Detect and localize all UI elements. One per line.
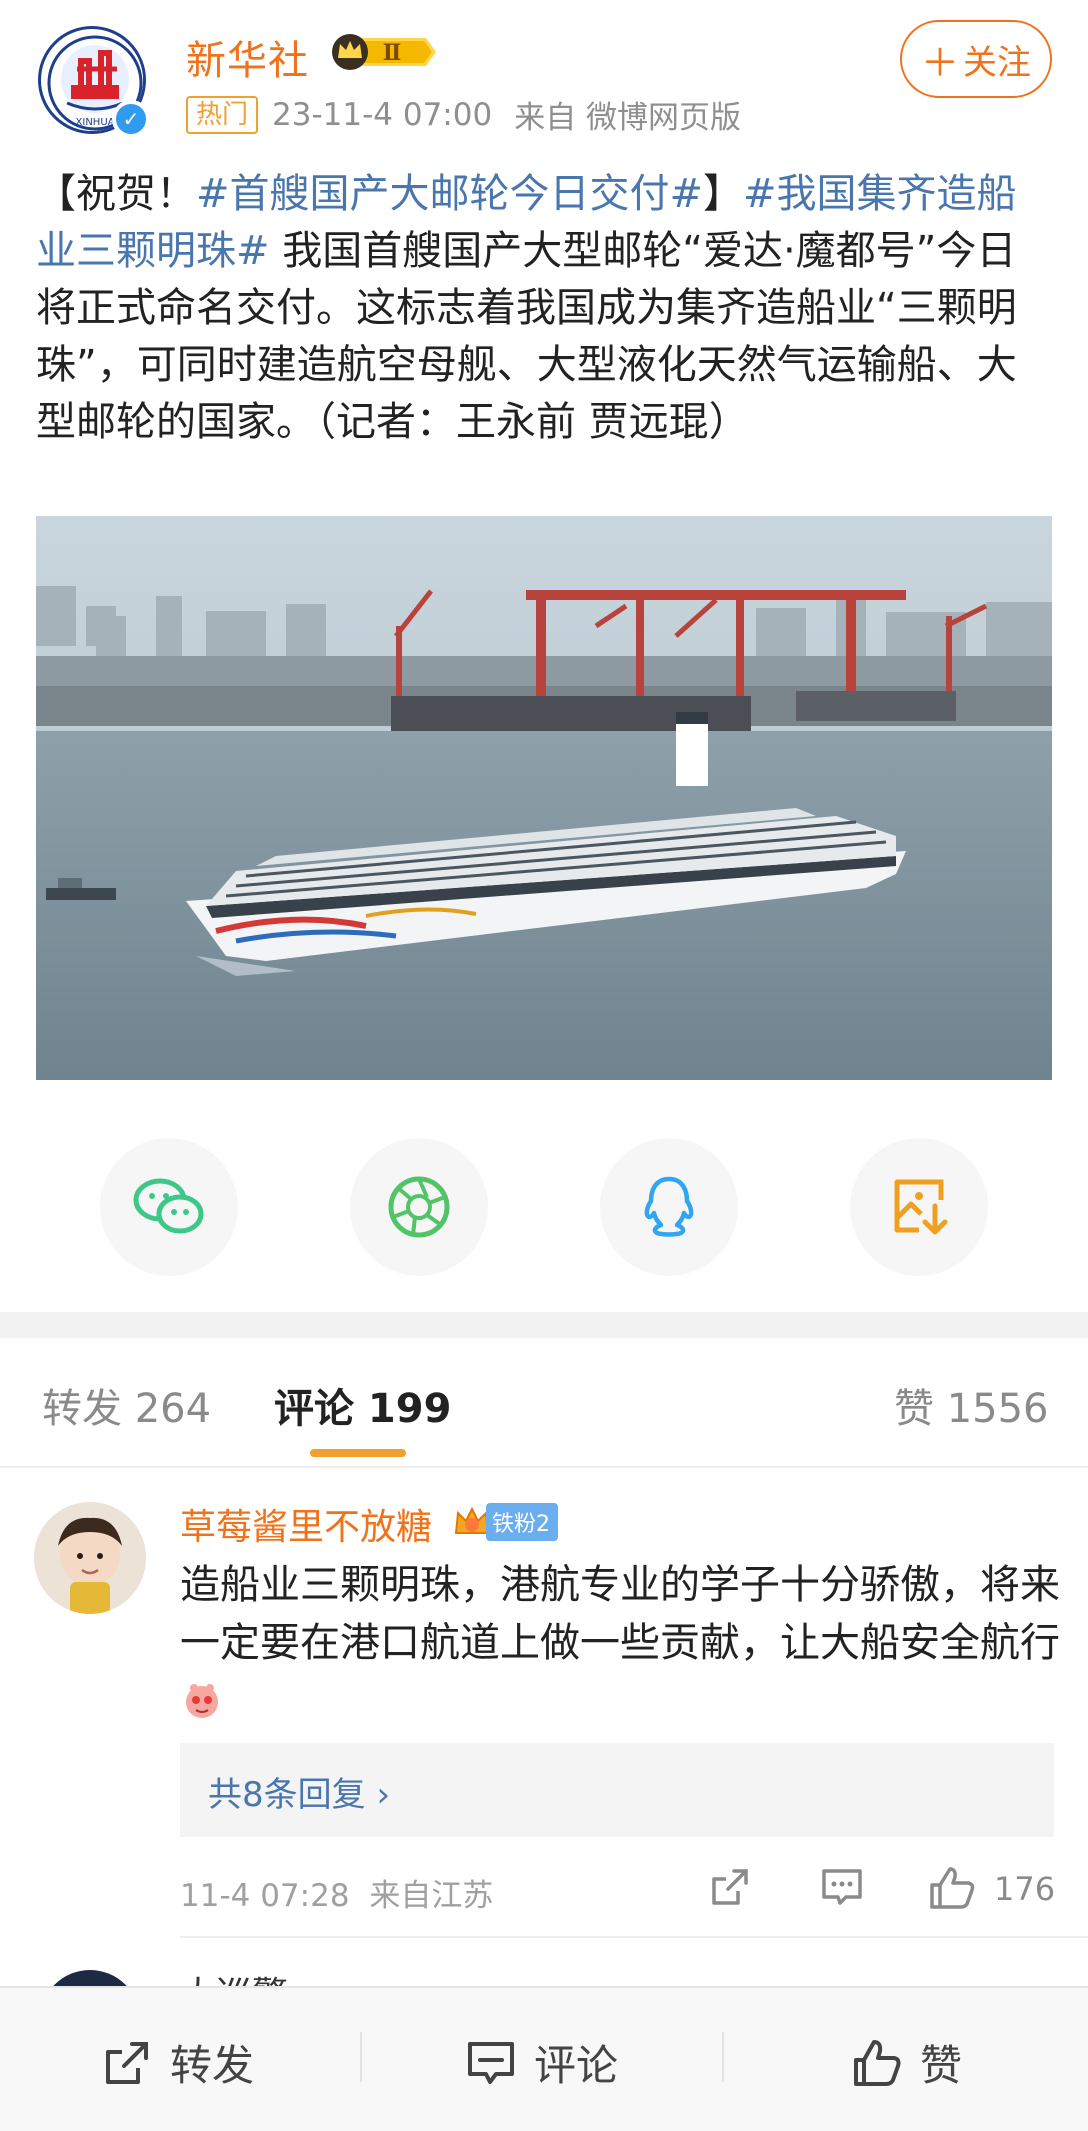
repost-icon [106,2041,148,2084]
follow-label: 关注 [963,42,1031,83]
bottom-divider [722,2032,724,2082]
share-moments-button[interactable] [350,1138,488,1276]
share-qq-button[interactable] [600,1138,738,1276]
post-source: 来自 微博网页版 [514,100,742,136]
active-tab-indicator [310,1449,406,1457]
qq-icon [644,1176,694,1237]
logo-text: XINHUA [76,117,115,128]
comment-like-count: 176 [994,1870,1056,1908]
tab-comments[interactable]: 评论 199 [274,1376,451,1434]
post-image[interactable] [36,516,1052,1080]
post-meta: 热门 23-11-4 07:00 来自 微博网页版 [186,92,741,137]
moments-icon [388,1176,450,1238]
emoji-icon [182,1678,222,1736]
hot-tag: 热门 [186,95,259,134]
bottom-comment-label: 评论 [534,2041,619,2090]
reply-icon [822,1869,862,1905]
bottom-repost-label: 转发 [170,2041,255,2090]
save-image-icon [894,1179,948,1235]
comment-text-body: 造船业三颗明珠，港航专业的学子十分骄傲，将来一定要在港口航道上做一些贡献，让大船… [180,1562,1060,1666]
plus-icon: ＋ [920,40,959,85]
comment-share-button[interactable] [708,1865,752,1913]
follow-button[interactable]: ＋ 关注 [900,20,1052,98]
account-name[interactable]: 新华社 [186,28,309,86]
post-text: 【祝贺！#首艘国产大邮轮今日交付#】#我国集齐造船业三颗明珠# 我国首艘国产大型… [36,166,1056,451]
share-wechat-button[interactable] [100,1138,238,1276]
section-divider [0,1312,1088,1338]
commenter-avatar[interactable] [34,1502,146,1614]
bottom-comment-button[interactable]: 评论 [466,2032,618,2093]
vip-crown-icon: Ⅱ [328,32,438,76]
post-time: 23-11-4 07:00 [272,96,493,133]
commenter-name[interactable]: 草莓酱里不放糖 [180,1498,432,1550]
replies-count: 共8条回复 › [208,1775,391,1815]
comment-time: 11-4 07:28 [180,1878,350,1914]
replies-link[interactable]: 共8条回复 › [180,1743,1054,1837]
weibo-post-page: XINHUA ✓ 新华社 Ⅱ ＋ 关注 热门 23-11-4 07:00 来自 … [0,0,1088,2131]
share-icon [712,1869,748,1905]
save-image-button[interactable] [850,1138,988,1276]
comment-text: 造船业三颗明珠，港航专业的学子十分骄傲，将来一定要在港口航道上做一些贡献，让大船… [180,1556,1060,1736]
bottom-like-button[interactable]: 赞 [852,2032,962,2093]
fan-badge-label: 铁粉2 [486,1503,558,1541]
bottom-repost-button[interactable]: 转发 [102,2032,254,2093]
vip-level: Ⅱ [383,40,402,66]
comment-meta: 11-4 07:28 来自江苏 [180,1870,493,1915]
comment-icon [468,2041,514,2084]
bottom-like-label: 赞 [920,2041,963,2090]
hashtag-link[interactable]: #首艘国产大邮轮今日交付# [196,171,703,217]
fan-badge: 铁粉2 [452,1503,558,1541]
tab-reposts[interactable]: 转发 264 [42,1376,211,1434]
comment-location: 来自江苏 [369,1878,494,1914]
like-icon [854,2039,901,2086]
thumbs-up-icon [930,1867,975,1909]
bottom-action-bar: 转发 评论 赞 [0,1986,1088,2131]
tab-divider [0,1466,1088,1468]
comment-reply-button[interactable] [820,1865,864,1913]
verified-icon: ✓ [112,100,150,138]
comment-divider [180,1936,1088,1938]
tab-likes[interactable]: 赞 1556 [894,1376,1049,1434]
post-text-segment: 】 [703,171,744,217]
bottom-divider [360,2032,362,2082]
wechat-icon [133,1178,204,1234]
comment-like-button[interactable] [928,1865,976,1915]
post-text-segment: 【祝贺！ [36,171,196,217]
